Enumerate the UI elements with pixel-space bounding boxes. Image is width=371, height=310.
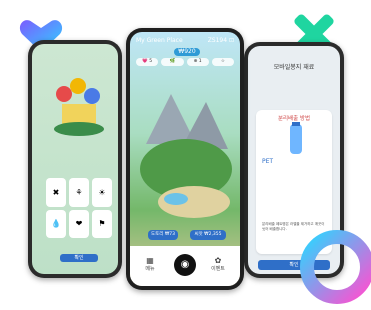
grid-icon-2[interactable]: ⚘: [69, 178, 89, 207]
nav-event[interactable]: ✿ 이벤트: [210, 256, 226, 278]
right-phone-title: 모바일봉지 재료: [273, 64, 315, 71]
grid-icon-6[interactable]: ⚑: [92, 209, 112, 238]
app-meta: ZS194 ⊡: [207, 36, 234, 44]
nav-event-label: 이벤트: [211, 266, 225, 272]
left-phone-screen: ✖ ⚘ ☀ 💧 ❤ ⚑ 확인: [32, 44, 118, 274]
grid-icon-4[interactable]: 💧: [46, 209, 66, 238]
stat-2: 🌿: [161, 58, 184, 66]
nav-menu[interactable]: ▦ 메뉴: [142, 256, 158, 278]
stat-1: 💗 5: [136, 58, 159, 66]
game-map-illustration: [140, 94, 232, 218]
left-phone-mockup: ✖ ⚘ ☀ 💧 ❤ ⚑ 확인: [28, 40, 122, 278]
grid-icon-1[interactable]: ✖: [46, 178, 66, 207]
bottom-navigation: ▦ 메뉴 ◉ ✿ 이벤트: [130, 246, 240, 286]
nav-menu-label: 메뉴: [145, 266, 155, 272]
bottle-icon: [290, 122, 302, 154]
menu-grid-icon: ▦: [146, 256, 154, 265]
score-badge: ₩920: [174, 48, 200, 56]
app-title: My Green Place: [136, 36, 183, 44]
stat-3: ⊕ 1: [186, 58, 209, 66]
stat-4: ☆: [211, 58, 234, 66]
pet-label: PET: [262, 158, 274, 165]
center-phone-mockup: My Green Place ZS194 ⊡ ₩920 💗 5 🌿 ⊕ 1 ☆ …: [126, 28, 244, 290]
grid-icon-3[interactable]: ☀: [92, 178, 112, 207]
seed-count-pill[interactable]: 씨앗 ₩2,355: [190, 230, 226, 240]
grid-icon-5[interactable]: ❤: [69, 209, 89, 238]
left-confirm-button[interactable]: 확인: [60, 254, 98, 262]
center-action-button[interactable]: ◉: [174, 254, 196, 276]
sheet-title: 분리배출 방법: [277, 116, 311, 122]
icon-grid: ✖ ⚘ ☀ 💧 ❤ ⚑: [46, 178, 112, 238]
tree-icon: ✿: [214, 256, 222, 265]
flower-pot-illustration: [54, 78, 104, 136]
center-phone-screen: My Green Place ZS194 ⊡ ₩920 💗 5 🌿 ⊕ 1 ☆ …: [130, 32, 240, 286]
ring-decoration-icon: [300, 230, 371, 304]
app-header: My Green Place ZS194 ⊡: [130, 34, 240, 46]
stats-row: 💗 5 🌿 ⊕ 1 ☆: [136, 58, 234, 66]
acorn-count-pill[interactable]: 도토리 ₩73: [148, 230, 178, 240]
